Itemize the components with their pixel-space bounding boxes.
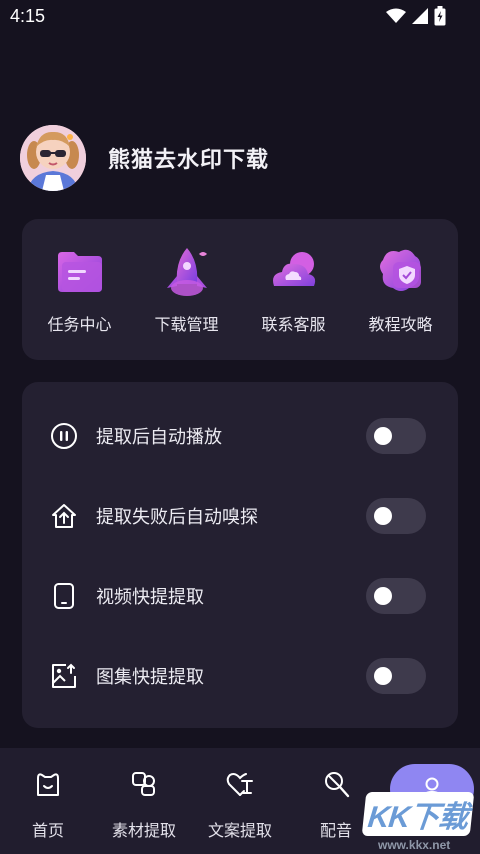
toggle-knob (374, 427, 392, 445)
status-bar: 4:15 (0, 0, 480, 34)
wifi-icon (386, 8, 406, 24)
quick-action-label: 联系客服 (261, 315, 326, 334)
watermark-logo: KK下载 www.kkx.net (358, 792, 480, 854)
rocket-icon (159, 244, 215, 300)
setting-auto-sniff: 提取失败后自动嗅探 (22, 476, 458, 556)
auto-sniff-toggle[interactable] (366, 498, 426, 534)
setting-label: 提取失败后自动嗅探 (96, 507, 258, 528)
nav-item-home[interactable]: 首页 (0, 768, 96, 841)
setting-gallery-quick-extract: 图集快提提取 (22, 636, 458, 716)
toggle-knob (374, 507, 392, 525)
quick-action-download-manager[interactable]: 下载管理 (137, 244, 237, 335)
username: 熊猫去水印下载 (108, 148, 270, 173)
microphone-icon (320, 768, 352, 800)
home-face-icon (32, 768, 64, 800)
watermark-url: www.kkx.net (378, 838, 451, 852)
nav-label: 素材提取 (111, 821, 176, 840)
quick-action-label: 任务中心 (47, 315, 112, 334)
watermark-brand: KK下载 (366, 801, 470, 834)
setting-video-quick-extract: 视频快提提取 (22, 556, 458, 636)
auto-play-toggle[interactable] (366, 418, 426, 454)
profile-header[interactable]: 熊猫去水印下载 (20, 124, 269, 192)
video-quick-extract-toggle[interactable] (366, 578, 426, 614)
quick-action-tutorial[interactable]: 教程攻略 (351, 244, 451, 335)
setting-label: 图集快提提取 (96, 667, 204, 688)
watermark-badge: KK下载 (361, 792, 475, 836)
pause-circle-icon (50, 422, 78, 450)
quick-action-task-center[interactable]: 任务中心 (30, 244, 130, 335)
setting-label: 视频快提提取 (96, 587, 204, 608)
nav-label: 配音 (319, 821, 352, 840)
phone-icon (50, 582, 78, 610)
setting-auto-play: 提取后自动播放 (22, 396, 458, 476)
nav-label: 首页 (31, 821, 64, 840)
toggle-knob (374, 667, 392, 685)
toggle-knob (374, 587, 392, 605)
cloud-icon (266, 244, 322, 300)
quick-action-label: 教程攻略 (368, 315, 433, 334)
text-heart-icon (224, 768, 256, 800)
quick-actions-card: 任务中心 下载管理 联系客服 教程攻略 (22, 219, 458, 360)
folder-icon (52, 244, 108, 300)
battery-icon (434, 6, 446, 26)
setting-label: 提取后自动播放 (96, 427, 222, 448)
nav-label: 文案提取 (207, 821, 272, 840)
settings-card: 提取后自动播放 提取失败后自动嗅探 视频快提提取 图集快提提取 (22, 382, 458, 728)
quick-action-label: 下载管理 (154, 315, 219, 334)
house-upload-icon (50, 502, 78, 530)
avatar[interactable] (20, 125, 86, 191)
nav-item-material-extract[interactable]: 素材提取 (96, 768, 192, 841)
status-icons (386, 6, 446, 26)
status-time: 4:15 (10, 6, 46, 26)
gallery-quick-extract-toggle[interactable] (366, 658, 426, 694)
shapes-icon (128, 768, 160, 800)
quick-action-customer-service[interactable]: 联系客服 (244, 244, 344, 335)
shield-icon (373, 244, 429, 300)
nav-item-text-extract[interactable]: 文案提取 (192, 768, 288, 841)
image-upload-icon (50, 662, 78, 690)
signal-icon (412, 8, 428, 24)
